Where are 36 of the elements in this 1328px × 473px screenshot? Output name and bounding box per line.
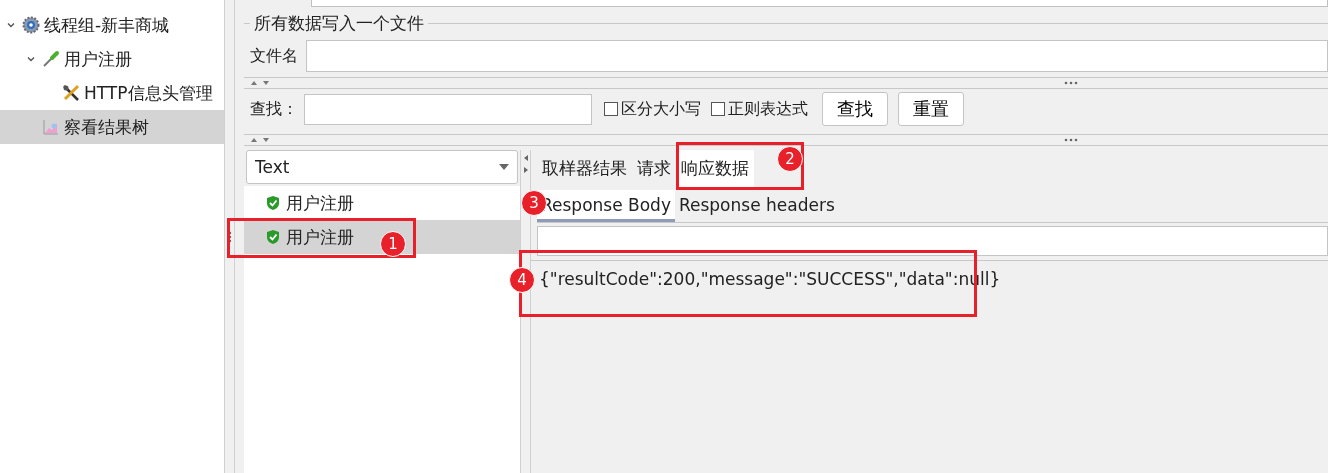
shield-check-icon bbox=[266, 195, 280, 211]
tab[interactable]: 响应数据 bbox=[676, 150, 754, 190]
checkbox[interactable]: 区分大小写 bbox=[604, 98, 701, 120]
renderer-dropdown[interactable]: Text bbox=[246, 150, 518, 184]
tree-item[interactable]: 线程组-新丰商城 bbox=[0, 8, 224, 42]
tab[interactable]: Response headers bbox=[674, 190, 839, 222]
chevron-icon[interactable] bbox=[6, 20, 16, 30]
pipette-icon bbox=[42, 50, 60, 68]
tab[interactable]: 取样器结果 bbox=[537, 150, 632, 190]
grip-icon[interactable] bbox=[1064, 138, 1078, 142]
filename-label: 文件名 bbox=[250, 45, 298, 67]
chevron-icon[interactable] bbox=[26, 54, 36, 64]
search-button[interactable]: 重置 bbox=[898, 92, 964, 126]
tools-icon bbox=[62, 84, 80, 102]
tree-item[interactable]: 用户注册 bbox=[0, 42, 224, 76]
tab[interactable]: 请求 bbox=[632, 150, 676, 190]
grip-icon[interactable] bbox=[227, 230, 232, 243]
shield-check-icon bbox=[266, 229, 280, 245]
search-label: 查找： bbox=[250, 98, 298, 120]
collapse-arrows-icon[interactable] bbox=[250, 136, 272, 144]
caret-icon bbox=[499, 164, 509, 170]
collapse-arrows-icon[interactable] bbox=[250, 79, 272, 87]
grip-icon[interactable] bbox=[1064, 81, 1078, 85]
gear-icon bbox=[22, 16, 40, 34]
tree-item[interactable]: HTTP信息头管理 bbox=[0, 76, 224, 110]
input-field[interactable] bbox=[311, 0, 1328, 7]
search-button[interactable]: 查找 bbox=[822, 92, 888, 126]
checkbox[interactable]: 正则表达式 bbox=[711, 98, 808, 120]
result-item[interactable]: 用户注册 bbox=[244, 186, 520, 220]
section-title: 所有数据写入一个文件 bbox=[253, 11, 425, 35]
input-field[interactable] bbox=[537, 226, 1328, 256]
search-field[interactable] bbox=[304, 93, 592, 125]
chart-icon bbox=[42, 118, 60, 136]
tree-item[interactable]: 察看结果树 bbox=[0, 110, 224, 144]
filename-field[interactable] bbox=[306, 40, 1328, 72]
collapse-arrows-icon[interactable] bbox=[522, 154, 529, 176]
